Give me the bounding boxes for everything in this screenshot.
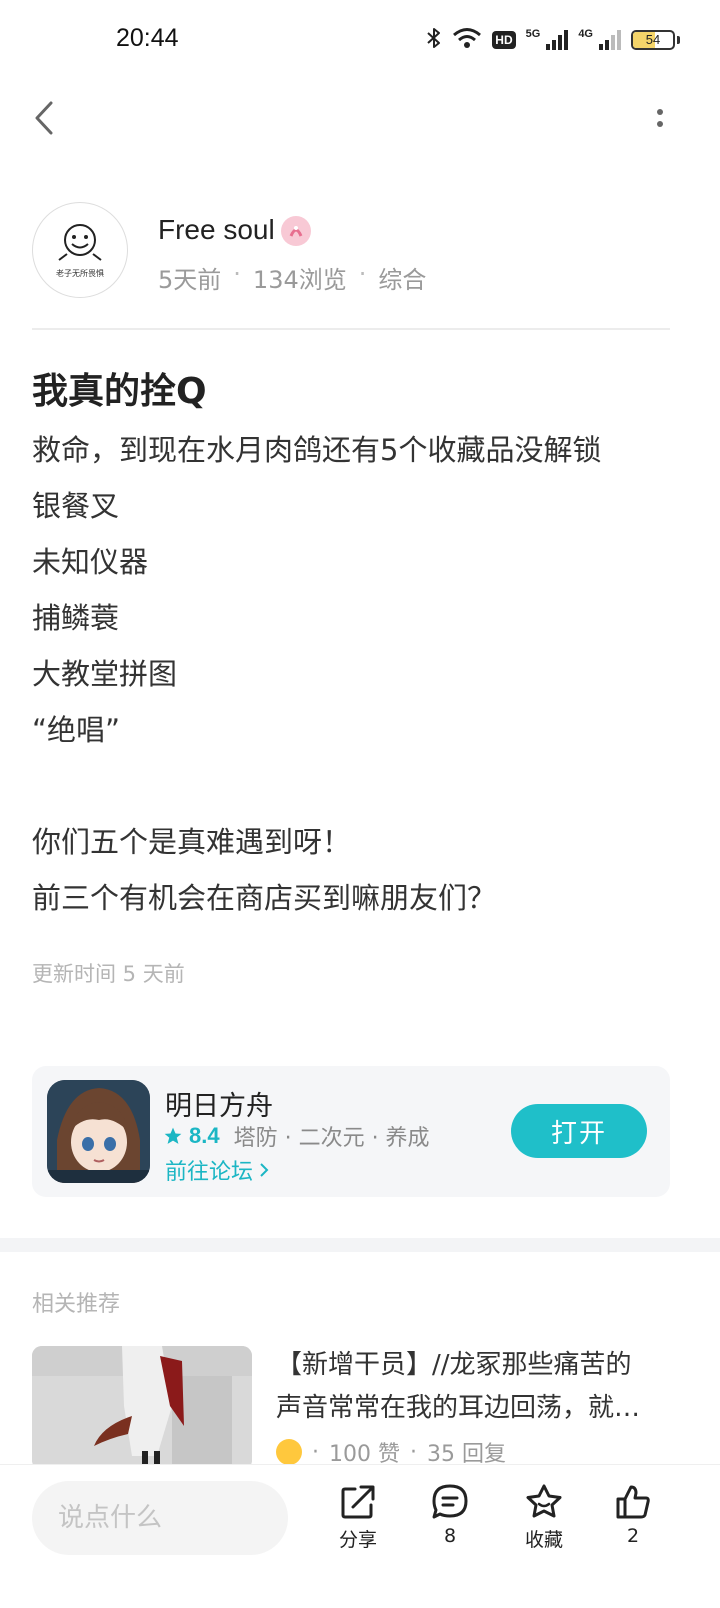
signal-5g-icon (546, 30, 569, 50)
smiley-face-icon (58, 223, 102, 261)
post-line: 前三个有机会在商店买到嘛朋友们？ (32, 881, 497, 915)
game-icon (47, 1080, 150, 1183)
related-heading: 相关推荐 (32, 1292, 121, 1317)
post-line: 捕鳞蓑 (32, 601, 120, 635)
post-line-blank (32, 758, 692, 814)
share-button[interactable]: 分享 (322, 1483, 394, 1552)
more-dot-icon (657, 121, 663, 127)
star-outline-icon (526, 1484, 562, 1518)
post-line: 大教堂拼图 (32, 657, 178, 691)
comment-bubble-icon (432, 1484, 468, 1519)
post-category[interactable]: 综合 (378, 260, 426, 295)
bottom-bar: 分享 8 收藏 2 (0, 1464, 720, 1608)
like-button[interactable]: 2 (597, 1483, 669, 1547)
author-name[interactable]: Free soul (158, 214, 275, 246)
sun-emoji-icon (276, 1439, 302, 1465)
section-separator (0, 1238, 720, 1252)
more-options-button[interactable] (648, 100, 672, 136)
share-icon (341, 1485, 375, 1519)
divider (32, 328, 670, 330)
hd-voice-badge: HD (492, 31, 516, 49)
updated-time: 更新时间 5 天前 (32, 962, 185, 986)
game-name: 明日方舟 (165, 1091, 273, 1122)
post-line: 救命，到现在水月肉鸽还有5个收藏品没解锁 (32, 433, 602, 467)
status-icons: HD 5G 4G 54 (426, 26, 680, 54)
meta-separator: · (233, 260, 241, 288)
comments-button[interactable]: 8 (414, 1483, 486, 1547)
chevron-left-icon (35, 101, 53, 135)
post-time: 5天前 (158, 266, 222, 294)
post-views: 134浏览 (252, 266, 347, 294)
game-meta: 8.4 塔防 · 二次元 · 养成 (163, 1120, 430, 1152)
status-time: 20:44 (116, 24, 179, 52)
wifi-icon (452, 26, 482, 54)
share-label: 分享 (338, 1529, 377, 1551)
favorite-label: 收藏 (524, 1529, 563, 1551)
post-meta: 5天前 · 134浏览 · 综合 (158, 260, 426, 295)
game-tags: 塔防 · 二次元 · 养成 (233, 1126, 430, 1151)
chevron-right-icon (260, 1163, 269, 1177)
avatar[interactable]: 老子无所畏惧 (32, 202, 128, 298)
post-line: 银餐叉 (32, 489, 120, 523)
game-card[interactable]: 明日方舟 8.4 塔防 · 二次元 · 养成 前往论坛 打开 (32, 1066, 670, 1197)
back-button[interactable] (26, 96, 62, 140)
game-rating: 8.4 (189, 1123, 220, 1148)
network-4g-label: 4G (578, 28, 593, 40)
forum-link-label: 前往论坛 (165, 1160, 254, 1185)
avatar-caption: 老子无所畏惧 (56, 268, 104, 278)
meta-separator: · (410, 1439, 417, 1465)
thumbs-up-icon (616, 1485, 650, 1519)
network-5g-label: 5G (525, 28, 541, 40)
related-title-line: 【新增干员】//龙冢那些痛苦的 (276, 1350, 632, 1380)
post-line: “绝唱” (32, 713, 121, 747)
more-dot-icon (657, 109, 663, 115)
author-badge-icon (281, 216, 311, 246)
bluetooth-icon (426, 26, 442, 54)
comment-input[interactable] (32, 1481, 288, 1555)
likes-count: 2 (626, 1525, 640, 1547)
post-title: 我真的拴Q (32, 371, 207, 412)
favorite-button[interactable]: 收藏 (508, 1483, 580, 1552)
comments-count: 8 (443, 1525, 457, 1547)
post-body: 救命，到现在水月肉鸽还有5个收藏品没解锁 银餐叉 未知仪器 捕鳞蓑 大教堂拼图 … (32, 422, 692, 926)
status-bar: 20:44 HD 5G 4G 54 (0, 0, 720, 80)
battery-icon: 54 (631, 30, 675, 50)
battery-percent: 54 (645, 32, 661, 47)
meta-separator: · (358, 260, 367, 288)
star-icon (164, 1127, 182, 1144)
open-game-button[interactable]: 打开 (511, 1104, 647, 1158)
forum-link[interactable]: 前往论坛 (165, 1154, 269, 1186)
post-line: 你们五个是真难遇到呀！ (32, 825, 352, 859)
meta-separator: · (312, 1439, 319, 1465)
signal-4g-icon (599, 30, 621, 50)
post-line: 未知仪器 (32, 545, 149, 579)
battery-tip (677, 36, 680, 44)
related-title[interactable]: 【新增干员】//龙冢那些痛苦的 声音常常在我的耳边回荡，就… (276, 1344, 666, 1430)
related-thumbnail[interactable] (32, 1346, 252, 1470)
related-title-line: 声音常常在我的耳边回荡，就… (276, 1393, 641, 1423)
